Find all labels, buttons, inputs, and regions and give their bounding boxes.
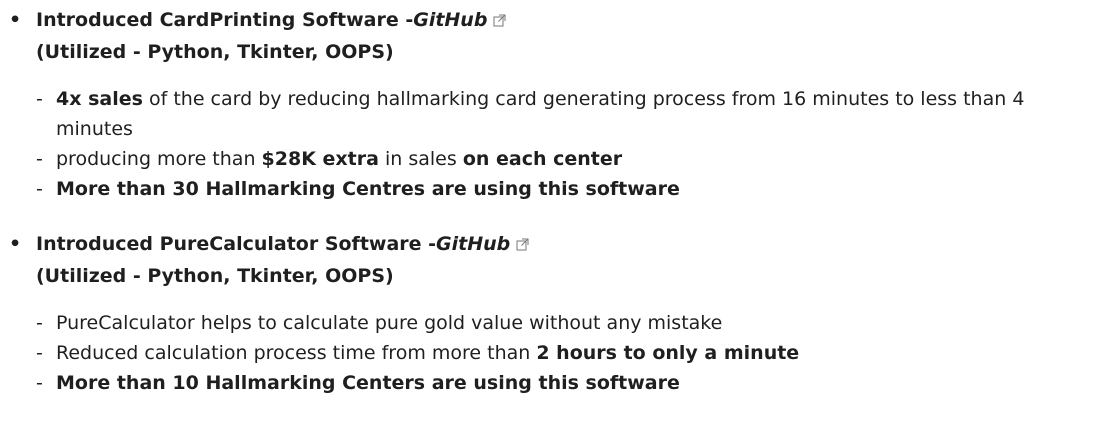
- github-link[interactable]: GitHub: [413, 9, 487, 31]
- project-title: Introduced PureCalculator Software -: [36, 233, 437, 255]
- detail-highlight: 2 hours to only a minute: [536, 342, 800, 364]
- detail-item: - PureCalculator helps to calculate pure …: [36, 308, 1096, 338]
- github-link[interactable]: GitHub: [436, 233, 510, 255]
- dash-marker: -: [36, 342, 43, 364]
- detail-text: of the card by reducing hallmarking card…: [56, 88, 1025, 140]
- detail-text: PureCalculator helps to calculate pure g…: [56, 312, 723, 334]
- dash-marker: -: [36, 178, 43, 200]
- bullet-marker: •: [9, 233, 22, 255]
- project-details-list: -4x sales of the card by reducing hallma…: [36, 84, 1096, 204]
- project-header: Introduced CardPrinting Software -GitHub…: [36, 4, 1086, 68]
- detail-text: in sales: [378, 148, 463, 170]
- detail-item: -4x sales of the card by reducing hallma…: [36, 84, 1096, 144]
- project-title-line: Introduced CardPrinting Software -GitHub: [36, 4, 1086, 36]
- detail-highlight: More than 30 Hallmarking Centres are usi…: [56, 178, 680, 200]
- dash-marker: -: [36, 372, 43, 394]
- detail-highlight: $28K extra: [261, 148, 379, 170]
- detail-highlight: on each center: [462, 148, 623, 170]
- project-header: Introduced PureCalculator Software -GitH…: [36, 228, 1086, 292]
- project-title-line: Introduced PureCalculator Software -GitH…: [36, 228, 1086, 260]
- detail-highlight: More than 10 Hallmarking Centers are usi…: [56, 372, 680, 394]
- detail-item: - More than 30 Hallmarking Centres are us…: [36, 174, 1096, 204]
- detail-text: Reduced calculation process time from mo…: [56, 342, 537, 364]
- project-title: Introduced CardPrinting Software -: [36, 9, 414, 31]
- detail-item: - producing more than $28K extra in sales…: [36, 144, 1096, 174]
- detail-item: - More than 10 Hallmarking Centers are us…: [36, 368, 1096, 398]
- project-details-list: - PureCalculator helps to calculate pure …: [36, 308, 1096, 398]
- resume-projects-section: • Introduced CardPrinting Software -GitH…: [0, 0, 1111, 447]
- dash-marker: -: [36, 312, 43, 334]
- detail-highlight: 4x sales: [56, 88, 143, 110]
- detail-item: - Reduced calculation process time from m…: [36, 338, 1096, 368]
- dash-marker: -: [36, 148, 43, 170]
- dash-marker: -: [36, 88, 43, 110]
- external-link-icon[interactable]: [516, 238, 529, 251]
- detail-text: producing more than: [56, 148, 262, 170]
- external-link-icon[interactable]: [493, 14, 506, 27]
- project-tech-stack: (Utilized - Python, Tkinter, OOPS): [36, 265, 394, 287]
- project-tech-stack: (Utilized - Python, Tkinter, OOPS): [36, 41, 394, 63]
- bullet-marker: •: [9, 9, 22, 31]
